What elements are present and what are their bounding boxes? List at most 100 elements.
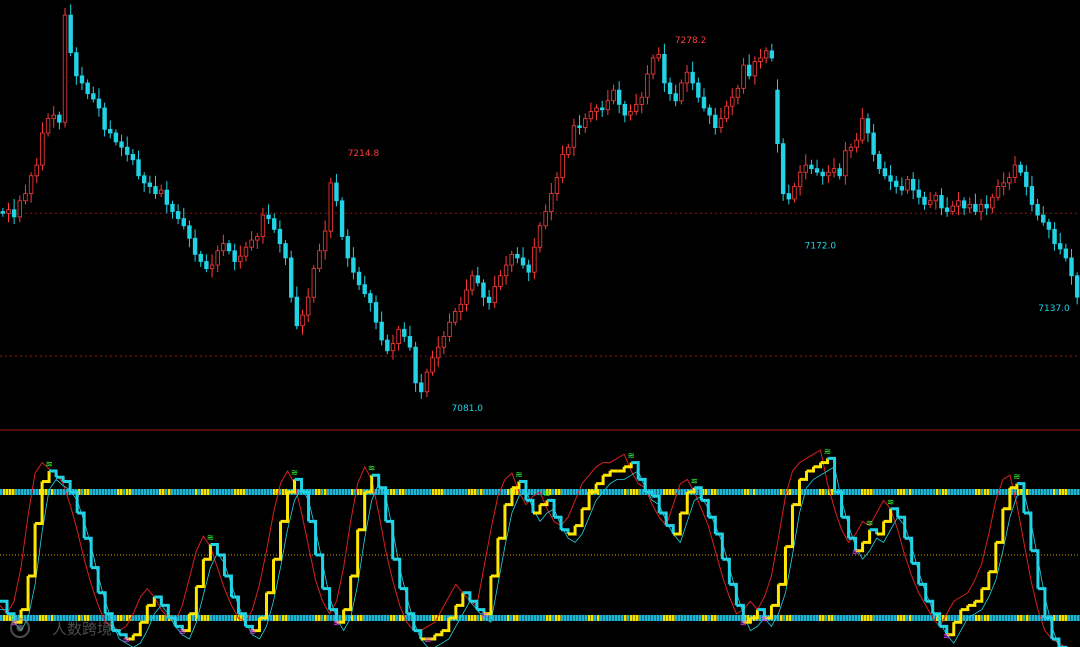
band-tick bbox=[597, 615, 600, 621]
band-tick bbox=[1068, 615, 1071, 621]
band-tick bbox=[660, 615, 663, 621]
price-candle bbox=[786, 184, 791, 205]
band-tick bbox=[474, 615, 477, 621]
price-candle bbox=[1041, 206, 1046, 226]
price-candle bbox=[583, 113, 588, 133]
band-tick bbox=[156, 489, 159, 495]
oscillator-step bbox=[967, 601, 977, 607]
band-tick bbox=[231, 489, 234, 495]
price-panel: 7214.8 7278.2 7081.0 7172.0 7137.0 bbox=[0, 4, 1080, 414]
candle-body bbox=[1018, 164, 1023, 173]
band-tick bbox=[162, 489, 165, 495]
candle-body bbox=[1063, 248, 1069, 259]
band-tick bbox=[990, 489, 993, 495]
candle-body bbox=[452, 311, 458, 323]
candle-body bbox=[187, 225, 192, 239]
price-candle bbox=[1035, 199, 1040, 221]
price-candle bbox=[809, 159, 814, 175]
band-tick bbox=[210, 489, 213, 495]
candle-body bbox=[102, 107, 107, 130]
band-tick bbox=[606, 615, 609, 621]
oscillator-step bbox=[413, 629, 423, 639]
band-tick bbox=[396, 615, 399, 621]
band-tick bbox=[876, 489, 879, 495]
band-tick bbox=[750, 489, 753, 495]
price-extreme-label: 7137.0 bbox=[1038, 304, 1070, 314]
candle-body bbox=[407, 336, 413, 348]
band-tick bbox=[753, 489, 756, 495]
candle-body bbox=[266, 214, 271, 220]
band-tick bbox=[6, 489, 9, 495]
band-tick bbox=[519, 615, 522, 621]
band-tick bbox=[255, 489, 258, 495]
candle-body bbox=[322, 230, 328, 252]
price-candle bbox=[255, 232, 260, 249]
band-tick bbox=[528, 489, 531, 495]
band-tick bbox=[879, 615, 882, 621]
band-tick bbox=[849, 489, 852, 495]
band-tick bbox=[195, 489, 198, 495]
candle-body bbox=[339, 200, 345, 237]
price-candle bbox=[209, 254, 215, 278]
band-tick bbox=[1041, 489, 1044, 495]
band-tick bbox=[120, 489, 123, 495]
price-candle bbox=[96, 88, 102, 117]
price-candle bbox=[85, 79, 90, 100]
candle-body bbox=[362, 284, 367, 295]
price-candle bbox=[277, 220, 283, 253]
band-tick bbox=[1035, 615, 1038, 621]
oscillator-step bbox=[596, 475, 605, 486]
band-tick bbox=[135, 615, 138, 621]
band-tick bbox=[609, 615, 612, 621]
candle-body bbox=[486, 296, 492, 303]
band-tick bbox=[207, 489, 210, 495]
band-tick bbox=[972, 615, 975, 621]
band-tick bbox=[486, 489, 489, 495]
band-tick bbox=[939, 489, 942, 495]
oscillator-step bbox=[988, 542, 998, 574]
price-candle bbox=[6, 202, 11, 223]
band-tick bbox=[3, 615, 6, 621]
candle-body bbox=[424, 371, 430, 393]
band-tick bbox=[372, 615, 375, 621]
oscillator-step bbox=[981, 571, 991, 591]
band-tick bbox=[444, 489, 447, 495]
band-tick bbox=[330, 489, 333, 495]
band-tick bbox=[669, 615, 672, 621]
band-tick bbox=[879, 489, 882, 495]
band-tick bbox=[222, 615, 225, 621]
band-tick bbox=[138, 489, 141, 495]
band-tick bbox=[606, 489, 609, 495]
band-tick bbox=[1077, 489, 1080, 495]
band-tick bbox=[591, 615, 594, 621]
band-tick bbox=[780, 489, 783, 495]
band-tick bbox=[921, 489, 924, 495]
band-tick bbox=[810, 615, 813, 621]
candle-body bbox=[23, 193, 28, 202]
price-candle bbox=[735, 84, 741, 105]
band-tick bbox=[561, 489, 564, 495]
band-tick bbox=[942, 489, 945, 495]
price-candle bbox=[916, 179, 922, 205]
band-tick bbox=[693, 615, 696, 621]
band-tick bbox=[51, 489, 54, 495]
candle-body bbox=[464, 289, 469, 305]
price-candle bbox=[74, 47, 79, 85]
sell-marker-icon: ≋ bbox=[543, 489, 551, 499]
price-candle bbox=[741, 57, 746, 94]
band-tick bbox=[270, 489, 273, 495]
band-tick bbox=[471, 489, 474, 495]
band-tick bbox=[144, 489, 147, 495]
band-tick bbox=[681, 615, 684, 621]
candle-body bbox=[119, 141, 124, 148]
oscillator-step bbox=[350, 529, 360, 578]
band-tick bbox=[150, 489, 153, 495]
candle-body bbox=[164, 189, 170, 205]
candle-body bbox=[6, 209, 11, 214]
band-tick bbox=[984, 489, 987, 495]
candle-body bbox=[1052, 228, 1057, 245]
band-tick bbox=[507, 489, 510, 495]
price-candle bbox=[1001, 172, 1006, 196]
band-tick bbox=[228, 489, 231, 495]
price-candle bbox=[667, 77, 673, 101]
